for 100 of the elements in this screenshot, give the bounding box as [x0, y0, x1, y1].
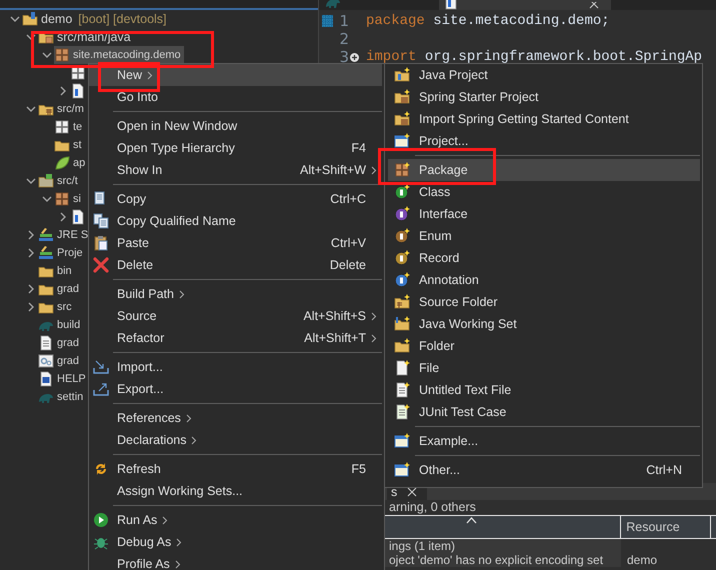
line-number: 2: [338, 30, 349, 48]
menu-item[interactable]: Interface: [388, 203, 700, 225]
menu-item[interactable]: Copy Ctrl+C: [89, 188, 382, 210]
menu-item[interactable]: References: [89, 407, 382, 429]
menu-item[interactable]: Profile As: [89, 553, 382, 570]
menu-item[interactable]: Source Alt+Shift+S: [89, 305, 382, 327]
menu-item[interactable]: Enum: [388, 225, 700, 247]
tree-item[interactable]: src/m: [38, 100, 84, 118]
close-icon[interactable]: [589, 2, 599, 10]
document-icon: [38, 371, 54, 387]
menu-item[interactable]: Class: [388, 181, 700, 203]
menu-item[interactable]: Java Project: [388, 64, 700, 86]
menu-item[interactable]: Import Spring Getting Started Content: [388, 108, 700, 130]
menu-item[interactable]: Open Type Hierarchy F4: [89, 137, 382, 159]
menu-item[interactable]: Declarations: [89, 429, 382, 451]
enum-icon: [394, 228, 410, 244]
junit-icon: [394, 404, 410, 420]
menu-item[interactable]: JUnit Test Case: [388, 401, 700, 423]
menu-item[interactable]: New: [89, 64, 382, 86]
tree-item[interactable]: ap: [54, 154, 86, 172]
menu-item[interactable]: Other... Ctrl+N: [388, 459, 700, 481]
menu-item[interactable]: Folder: [388, 335, 700, 357]
class-icon: [394, 184, 410, 200]
tree-item[interactable]: grad: [38, 280, 80, 298]
menu-item[interactable]: Run As: [89, 509, 382, 531]
tree-item[interactable]: src/main/java: [38, 28, 131, 46]
menu-item[interactable]: Refresh F5: [89, 458, 382, 480]
menu-item[interactable]: Example...: [388, 430, 700, 452]
menu-item[interactable]: Package: [388, 159, 700, 181]
tree-item[interactable]: src/t: [38, 172, 78, 190]
new-window-icon: [394, 462, 410, 478]
new-window-icon: [394, 133, 410, 149]
menu-item[interactable]: Show In Alt+Shift+W: [89, 159, 382, 181]
menu-item[interactable]: Annotation: [388, 269, 700, 291]
tree-item[interactable]: build: [38, 316, 80, 334]
menu-item[interactable]: Debug As: [89, 531, 382, 553]
close-icon[interactable]: [407, 486, 418, 496]
tree-item[interactable]: JRE S: [38, 226, 88, 244]
package-icon: [70, 65, 86, 81]
tree-item[interactable]: site.metacoding.demo: [54, 46, 184, 64]
tree-item[interactable]: st: [54, 136, 82, 154]
table-cell: ings (1 item): [389, 539, 456, 553]
source-folder-icon: [38, 173, 54, 189]
menu-item[interactable]: Copy Qualified Name: [89, 210, 382, 232]
tree-item[interactable]: Proje: [38, 244, 83, 262]
problems-summary: arning, 0 others: [389, 500, 476, 514]
copy-icon: [93, 213, 109, 229]
menu-item[interactable]: Spring Starter Project: [388, 86, 700, 108]
line-number: 1: [338, 12, 349, 30]
menu-item[interactable]: File: [388, 357, 700, 379]
run-icon: [93, 512, 109, 528]
tree-item[interactable]: si: [54, 190, 81, 208]
new-source-folder-icon: [394, 294, 410, 310]
tree-item[interactable]: HELP: [38, 370, 86, 388]
menu-item[interactable]: Open in New Window: [89, 115, 382, 137]
package-icon: [54, 119, 70, 135]
new-package-icon: [394, 162, 410, 178]
tree-item[interactable]: bin: [38, 262, 72, 280]
menu-item[interactable]: Project...: [388, 130, 700, 152]
menu-item[interactable]: Source Folder: [388, 291, 700, 313]
new-text-file-icon: [394, 382, 410, 398]
line-number: 3: [338, 48, 349, 66]
new-project-icon: [394, 89, 410, 105]
menu-item[interactable]: Assign Working Sets...: [89, 480, 382, 502]
tree-item[interactable]: te: [54, 118, 82, 136]
menu-item[interactable]: Delete Delete: [89, 254, 382, 276]
import-icon: [93, 359, 109, 375]
menu-item[interactable]: Import...: [89, 356, 382, 378]
clipboard-icon: [93, 235, 109, 251]
delete-icon: [93, 257, 109, 273]
tree-item[interactable]: demo [boot] [devtools]: [22, 10, 167, 28]
editor-tab[interactable]: [439, 0, 611, 10]
tree-item[interactable]: grad: [38, 334, 80, 352]
books-icon: [38, 245, 54, 261]
menu-item[interactable]: Record: [388, 247, 700, 269]
working-set-icon: [394, 316, 410, 332]
menu-item[interactable]: Untitled Text File: [388, 379, 700, 401]
menu-item[interactable]: Export...: [89, 378, 382, 400]
tree-item[interactable]: settin: [38, 388, 84, 406]
code-line: import org.springframework.boot.SpringAp: [366, 49, 702, 65]
expand-icon[interactable]: [349, 52, 360, 62]
menu-item[interactable]: Refactor Alt+Shift+T: [89, 327, 382, 349]
tree-item[interactable]: grad: [38, 352, 80, 370]
tree-item[interactable]: src: [38, 298, 72, 316]
interface-icon: [394, 206, 410, 222]
new-window-icon: [394, 433, 410, 449]
tree-item[interactable]: [70, 208, 86, 226]
menu-item[interactable]: Build Path: [89, 283, 382, 305]
books-icon: [38, 227, 54, 243]
java-file-icon: [70, 83, 86, 99]
new-project-icon: [394, 111, 410, 127]
menu-item[interactable]: Java Working Set: [388, 313, 700, 335]
leaf-icon: [54, 155, 70, 171]
menu-item[interactable]: Paste Ctrl+V: [89, 232, 382, 254]
menu-item[interactable]: Go Into: [89, 86, 382, 108]
table-cell: oject 'demo' has no explicit encoding set: [389, 553, 604, 567]
refresh-icon: [93, 461, 109, 477]
table-cell: demo: [627, 553, 658, 567]
tree-item[interactable]: [70, 82, 86, 100]
text-file-icon: [38, 335, 54, 351]
